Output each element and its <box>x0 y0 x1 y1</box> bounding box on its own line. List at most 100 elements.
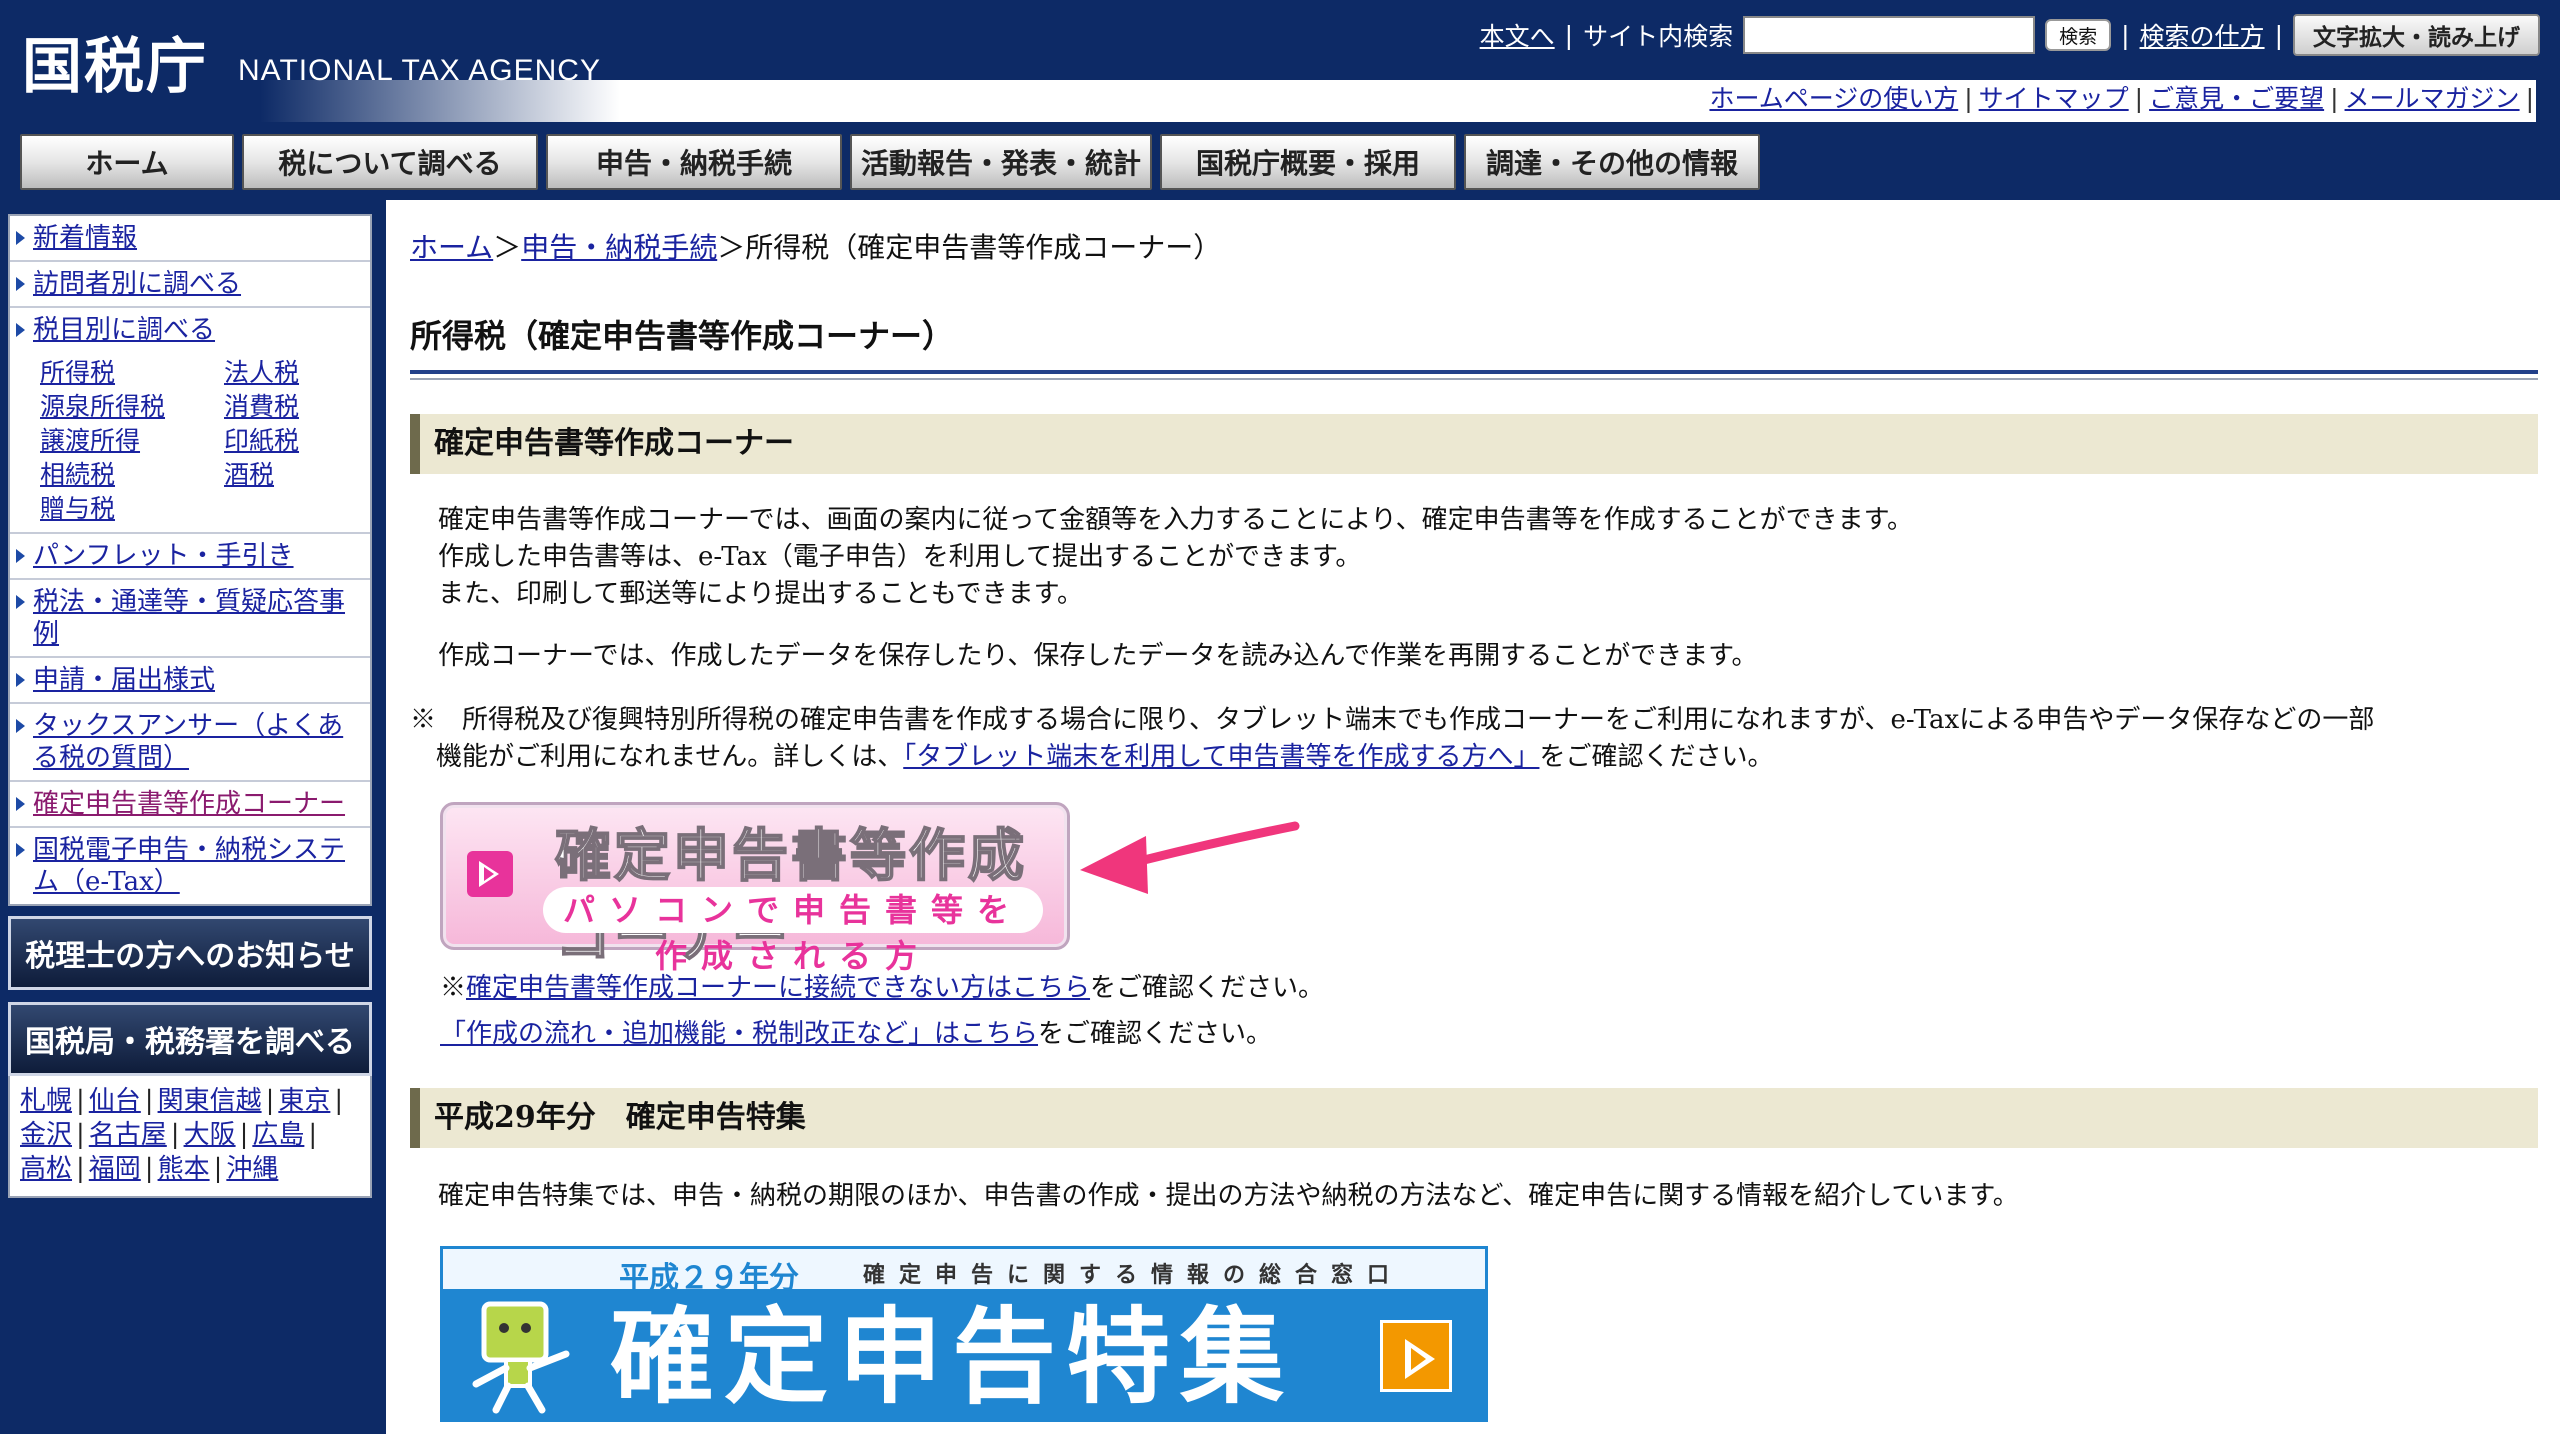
font-size-readout-button[interactable]: 文字拡大・読み上げ <box>2293 14 2540 56</box>
search-button[interactable]: 検索 <box>2045 19 2112 51</box>
section-heading-special-feature: 平成29年分 確定申告特集 <box>410 1088 2538 1148</box>
sidebar-item-forms[interactable]: 申請・届出様式 <box>10 658 370 704</box>
bureau-link[interactable]: 東京 <box>278 1086 330 1116</box>
usage-guide-link[interactable]: ホームページの使い方 <box>1709 82 1958 116</box>
sidebar-menu: 新着情報 訪問者別に調べる 税目別に調べる 所得税 法人税 源泉所得税 消費税 … <box>8 214 372 906</box>
sidebar-item-label[interactable]: 新着情報 <box>33 222 137 254</box>
sidebar-item-by-tax[interactable]: 税目別に調べる <box>10 308 370 352</box>
separator: | <box>265 1086 275 1116</box>
bureau-link[interactable]: 大阪 <box>184 1120 236 1150</box>
bureau-link[interactable]: 沖縄 <box>226 1154 278 1184</box>
tablet-note-line1: ※ 所得税及び復興特別所得税の確定申告書を作成する場合に限り、タブレット端末でも… <box>410 705 2375 735</box>
bureau-link[interactable]: 金沢 <box>20 1120 72 1150</box>
sidebar-item-label[interactable]: 国税電子申告・納税システム（e-Tax） <box>33 834 362 898</box>
site-search-label: サイト内検索 <box>1583 22 1734 51</box>
tax-type-links: 所得税 法人税 源泉所得税 消費税 譲渡所得 印紙税 相続税 酒税 贈与税 <box>10 352 370 534</box>
filing-corner-banner[interactable]: 確定申告書等作成コーナー パソコンで申告書等を作成される方 <box>440 802 1070 975</box>
flow-info-line: 「作成の流れ・追加機能・税制改正など」はこちらをご確認ください。 <box>440 1016 1272 1053</box>
search-help-link[interactable]: 検索の仕方 <box>2140 17 2265 53</box>
bullet-triangle-icon <box>16 277 25 291</box>
separator: | <box>1564 20 1574 50</box>
breadcrumb-home[interactable]: ホーム <box>410 231 493 264</box>
tax-link-consumption[interactable]: 消費税 <box>224 390 374 424</box>
tax-link-inheritance[interactable]: 相続税 <box>40 458 224 492</box>
sidebar-item-label[interactable]: 税目別に調べる <box>33 314 215 346</box>
bullet-triangle-icon <box>16 323 25 337</box>
sidebar-item-label[interactable]: 税法・通達等・質疑応答事例 <box>33 586 362 650</box>
special-feature-banner[interactable]: 平成２９年分 確定申告に関する情報の総合窓口 確定申告特集 <box>440 1246 1488 1422</box>
nav-filing-procedures[interactable]: 申告・納税手続 <box>546 134 842 190</box>
nav-reports-statistics[interactable]: 活動報告・発表・統計 <box>850 134 1152 190</box>
sidebar-item-label[interactable]: 確定申告書等作成コーナー <box>33 788 345 820</box>
tax-link-corporate[interactable]: 法人税 <box>224 356 374 390</box>
tablet-guide-link[interactable]: 「タブレット端末を利用して申告書等を作成する方へ」 <box>903 742 1539 772</box>
bullet-triangle-icon <box>16 231 25 245</box>
sitemap-link[interactable]: サイトマップ <box>1979 82 2129 116</box>
separator: | <box>239 1120 249 1150</box>
bureau-link[interactable]: 広島 <box>252 1120 304 1150</box>
site-logo[interactable]: 国税庁 NATIONAL TAX AGENCY <box>22 22 601 102</box>
sidebar-item-label[interactable]: 申請・届出様式 <box>33 664 215 696</box>
tablet-note-text: 機能がご利用になれません。詳しくは、 <box>436 742 904 772</box>
breadcrumb-procedures[interactable]: 申告・納税手続 <box>521 231 717 264</box>
nav-home[interactable]: ホーム <box>20 134 234 190</box>
mail-magazine-link[interactable]: メールマガジン <box>2345 82 2520 116</box>
sidebar-item-pamphlets[interactable]: パンフレット・手引き <box>10 534 370 580</box>
tax-link-income[interactable]: 所得税 <box>40 356 224 390</box>
separator: | <box>2134 84 2144 113</box>
tax-link-gift[interactable]: 贈与税 <box>40 492 224 526</box>
sidebar-item-filing-corner[interactable]: 確定申告書等作成コーナー <box>10 782 370 828</box>
nav-tax-info[interactable]: 税について調べる <box>242 134 538 190</box>
breadcrumb-current: 所得税（確定申告書等作成コーナー） <box>745 231 1222 264</box>
sidebar-item-tax-laws[interactable]: 税法・通達等・質疑応答事例 <box>10 580 370 658</box>
banner-year: 平成２９年分 <box>619 1261 799 1296</box>
separator: | <box>76 1154 85 1184</box>
banner-title: 確定申告特集 <box>610 1296 1295 1418</box>
bureau-link[interactable]: 仙台 <box>89 1086 141 1116</box>
bullet-triangle-icon <box>16 797 25 811</box>
bureau-link[interactable]: 福岡 <box>89 1154 141 1184</box>
tax-accountant-notice-button[interactable]: 税理士の方へのお知らせ <box>8 916 372 990</box>
tax-link-stamp[interactable]: 印紙税 <box>224 424 374 458</box>
tablet-note-line2: 機能がご利用になれません。詳しくは、「タブレット端末を利用して申告書等を作成する… <box>410 739 2374 776</box>
note-mark: ※ <box>440 973 467 1003</box>
bureau-link[interactable]: 高松 <box>20 1154 72 1184</box>
bureau-link[interactable]: 関東信越 <box>158 1086 262 1116</box>
nav-agency-overview[interactable]: 国税庁概要・採用 <box>1160 134 1456 190</box>
pink-annotation-arrow-icon <box>1080 821 1300 894</box>
separator: | <box>1964 84 1973 113</box>
find-tax-office-button[interactable]: 国税局・税務署を調べる <box>8 1002 372 1076</box>
separator: | <box>170 1120 180 1150</box>
connection-help-link[interactable]: 確定申告書等作成コーナーに接続できない方はこちら <box>466 973 1090 1003</box>
sidebar-item-tax-answer[interactable]: タックスアンサー（よくある税の質問） <box>10 704 370 782</box>
tablet-note: ※ 所得税及び復興特別所得税の確定申告書を作成する場合に限り、タブレット端末でも… <box>410 702 2374 776</box>
skip-to-content-link[interactable]: 本文へ <box>1480 17 1555 53</box>
sidebar-item-news[interactable]: 新着情報 <box>10 216 370 262</box>
logo-english: NATIONAL TAX AGENCY <box>238 54 601 87</box>
sidebar-item-label[interactable]: タックスアンサー（よくある税の質問） <box>33 710 362 774</box>
banner-subtitle: パソコンで申告書等を作成される方 <box>543 887 1043 975</box>
tax-link-withholding[interactable]: 源泉所得税 <box>40 390 224 424</box>
sidebar-item-label[interactable]: 訪問者別に調べる <box>33 268 241 300</box>
feedback-link[interactable]: ご意見・ご要望 <box>2149 82 2324 116</box>
connection-help-suffix: をご確認ください。 <box>1090 973 1325 1003</box>
separator: | <box>76 1120 85 1150</box>
connection-help-line: ※確定申告書等作成コーナーに接続できない方はこちらをご確認ください。 <box>440 970 1324 1007</box>
nav-procurement-other[interactable]: 調達・その他の情報 <box>1464 134 1760 190</box>
search-input[interactable] <box>1743 16 2036 54</box>
sidebar-item-label[interactable]: パンフレット・手引き <box>33 540 294 572</box>
intro-line: 作成した申告書等は、e-Tax（電子申告）を利用して提出することができます。 <box>438 542 1362 572</box>
tax-link-liquor[interactable]: 酒税 <box>224 458 374 492</box>
bureau-link[interactable]: 熊本 <box>158 1154 210 1184</box>
sidebar-item-etax[interactable]: 国税電子申告・納税システム（e-Tax） <box>10 828 370 904</box>
tax-link-capital-gains[interactable]: 譲渡所得 <box>40 424 224 458</box>
separator: | <box>2121 20 2130 50</box>
save-data-paragraph: 作成コーナーでは、作成したデータを保存したり、保存したデータを読み込んで作業を再… <box>438 641 1758 671</box>
separator: | <box>76 1086 85 1116</box>
sidebar-item-by-visitor[interactable]: 訪問者別に調べる <box>10 262 370 308</box>
separator: | <box>2274 20 2283 50</box>
bureau-link[interactable]: 名古屋 <box>89 1120 167 1150</box>
flow-info-link[interactable]: 「作成の流れ・追加機能・税制改正など」はこちら <box>440 1019 1038 1049</box>
bureau-link[interactable]: 札幌 <box>20 1086 72 1116</box>
bullet-triangle-icon <box>16 549 25 563</box>
